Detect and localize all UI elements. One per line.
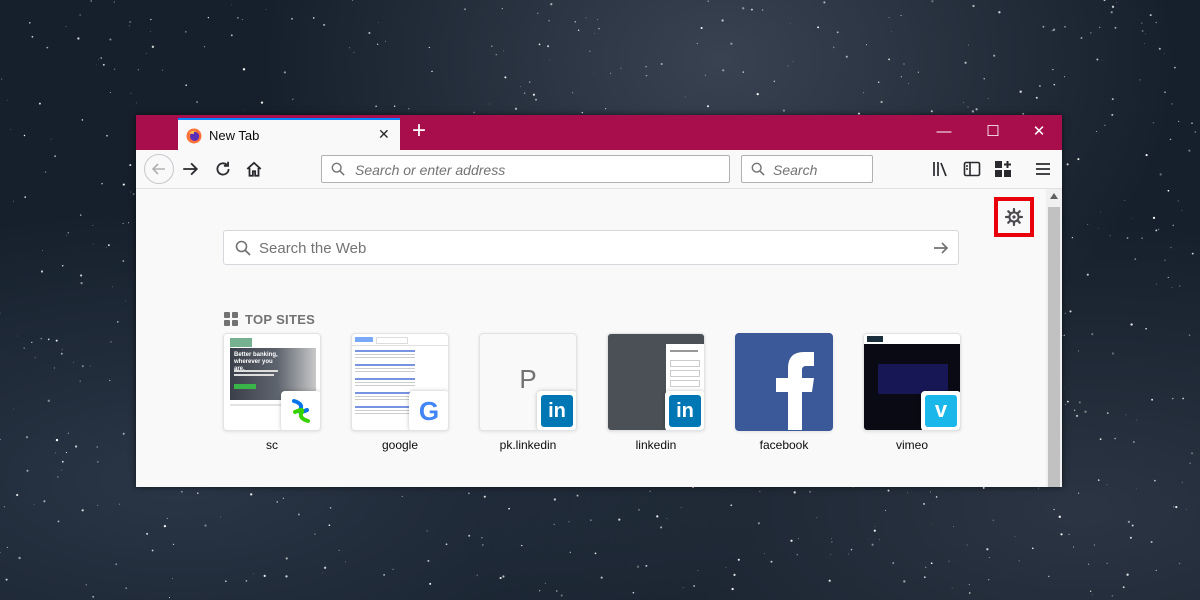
top-sites-grid-icon (224, 312, 238, 326)
tab-close-button[interactable]: ✕ (378, 126, 390, 142)
web-search-placeholder: Search the Web (259, 240, 367, 257)
browser-window: New Tab ✕ + — ☐ ✕ Search or enter addres… (136, 115, 1062, 487)
top-site-label: google (381, 438, 419, 452)
web-search-input[interactable]: Search the Web (223, 230, 959, 265)
url-placeholder: Search or enter address (355, 162, 506, 178)
forward-arrow-icon (183, 162, 199, 176)
site-preview: Better banking, wherever you are. (223, 333, 321, 431)
library-icon[interactable] (931, 159, 951, 179)
home-button[interactable] (240, 155, 268, 183)
site-preview: in (607, 333, 705, 431)
settings-highlight-box (994, 197, 1034, 237)
back-button[interactable] (144, 154, 174, 184)
top-site-sc[interactable]: Better banking, wherever you are. sc (223, 333, 321, 452)
search-icon (235, 240, 251, 256)
search-icon (331, 162, 345, 176)
hamburger-menu-icon[interactable] (1033, 159, 1053, 179)
top-site-facebook[interactable]: facebook (735, 333, 833, 452)
search-placeholder: Search (773, 162, 818, 178)
minimize-button[interactable]: — (932, 122, 956, 142)
new-tab-button[interactable]: + (406, 119, 432, 145)
firefox-icon (186, 128, 202, 144)
linkedin-icon: in (537, 391, 576, 430)
gear-icon[interactable] (1004, 207, 1024, 227)
maximize-button[interactable]: ☐ (981, 122, 1005, 142)
sidebar-icon[interactable] (962, 159, 982, 179)
facebook-icon (735, 333, 833, 431)
search-icon (751, 162, 765, 176)
search-bar[interactable]: Search (741, 155, 873, 183)
new-tab-page: Search the Web TOP SITES Better banking,… (136, 189, 1046, 487)
forward-button[interactable] (176, 155, 204, 183)
navigation-toolbar: Search or enter address Search (136, 150, 1062, 189)
top-site-google[interactable]: G google (351, 333, 449, 452)
site-preview: P in (479, 333, 577, 431)
reload-icon (216, 161, 230, 176)
title-bar: New Tab ✕ + — ☐ ✕ (136, 115, 1062, 150)
reload-button[interactable] (209, 155, 237, 183)
url-bar[interactable]: Search or enter address (321, 155, 730, 183)
site-preview: v (863, 333, 961, 431)
standard-chartered-icon (281, 391, 320, 430)
home-icon (246, 161, 262, 177)
top-sites-heading[interactable]: TOP SITES (224, 310, 315, 328)
top-site-label: facebook (759, 438, 809, 452)
site-preview: G (351, 333, 449, 431)
scroll-up-arrow[interactable] (1050, 193, 1058, 199)
linkedin-icon: in (665, 391, 704, 430)
scrollbar-thumb[interactable] (1048, 207, 1060, 487)
customize-grid-icon[interactable] (993, 159, 1013, 179)
search-submit-arrow-icon[interactable] (932, 239, 950, 257)
vertical-scrollbar[interactable] (1046, 189, 1062, 487)
top-site-label: linkedin (635, 438, 677, 452)
tab-title: New Tab (209, 128, 260, 143)
top-site-label: pk.linkedin (499, 438, 557, 452)
top-site-vimeo[interactable]: v vimeo (863, 333, 961, 452)
top-site-pk-linkedin[interactable]: P in pk.linkedin (479, 333, 577, 452)
back-arrow-icon (151, 163, 165, 175)
top-site-label: vimeo (895, 438, 928, 452)
vimeo-icon: v (921, 391, 960, 430)
google-icon: G (409, 391, 448, 430)
tab-new-tab[interactable]: New Tab ✕ (178, 118, 400, 150)
top-site-label: sc (266, 438, 278, 452)
close-window-button[interactable]: ✕ (1027, 122, 1051, 142)
top-sites-label: TOP SITES (245, 311, 316, 327)
top-site-linkedin[interactable]: in linkedin (607, 333, 705, 452)
